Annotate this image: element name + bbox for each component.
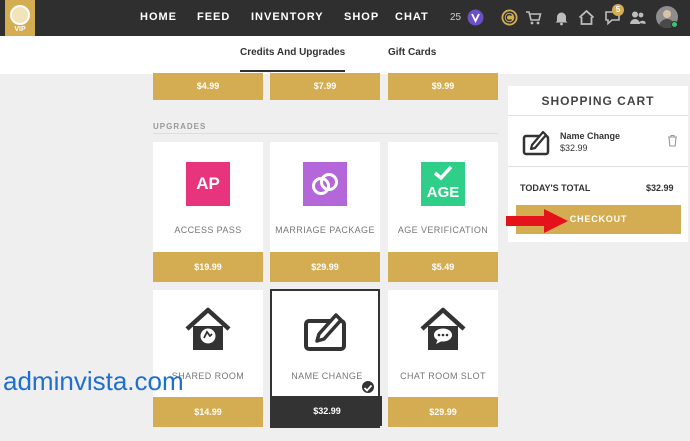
- chat-room-house-icon: [420, 307, 466, 350]
- upgrade-marriage-package[interactable]: MARRIAGE PACKAGE $29.99: [270, 142, 380, 282]
- price: $7.99: [270, 73, 380, 100]
- price: $14.99: [153, 397, 263, 427]
- selected-check-icon: [360, 379, 376, 395]
- price: $5.49: [388, 252, 498, 282]
- nav-shop[interactable]: SHOP: [344, 11, 379, 23]
- tab-gift-cards[interactable]: Gift Cards: [388, 47, 436, 58]
- price: $29.99: [388, 397, 498, 427]
- watermark-text: adminvista.com: [3, 366, 184, 396]
- shop-subtabs: Credits And Upgrades Gift Cards: [0, 36, 690, 74]
- upgrade-chat-room-slot[interactable]: CHAT ROOM SLOT $29.99: [388, 290, 498, 427]
- tab-credits-and-upgrades[interactable]: Credits And Upgrades: [240, 47, 346, 72]
- token-icon[interactable]: [467, 9, 484, 26]
- cart-title: SHOPPING CART: [541, 94, 655, 108]
- nav-chat[interactable]: CHAT: [395, 11, 429, 23]
- todays-total-value: $32.99: [646, 183, 674, 193]
- price: $32.99: [272, 396, 382, 426]
- nav-inventory[interactable]: INVENTORY: [251, 11, 324, 23]
- upgrade-name-change[interactable]: NAME CHANGE $32.99: [270, 289, 382, 428]
- cart-item-name: Name Change: [560, 131, 621, 141]
- upgrade-shared-room[interactable]: SHARED ROOM $14.99: [153, 290, 263, 427]
- upgrade-access-pass[interactable]: AP ACCESS PASS $19.99: [153, 142, 263, 282]
- cart-item-edit-icon: [522, 130, 550, 156]
- upgrade-age-verification[interactable]: AGE AGE VERIFICATION $5.49: [388, 142, 498, 282]
- price: $19.99: [153, 252, 263, 282]
- rings-icon: [303, 162, 347, 206]
- logo-vip-text: VIP: [14, 26, 26, 33]
- shared-room-house-icon: [185, 307, 231, 350]
- name-change-edit-icon: [304, 313, 346, 351]
- upgrade-label: ACCESS PASS: [174, 225, 242, 235]
- access-pass-tile: AP: [186, 162, 230, 206]
- divider: [508, 166, 688, 167]
- credits-coin-icon[interactable]: [501, 9, 518, 26]
- notifications-bell-icon[interactable]: [553, 9, 570, 26]
- online-status-dot: [671, 21, 678, 28]
- notification-badge: 5: [612, 4, 624, 16]
- divider: [508, 115, 688, 116]
- vip-logo[interactable]: VIP: [5, 0, 35, 38]
- friends-icon[interactable]: [629, 9, 646, 26]
- upgrade-label: CHAT ROOM SLOT: [400, 371, 486, 381]
- shopping-cart-icon[interactable]: [525, 9, 542, 26]
- age-check-tile: AGE: [421, 162, 465, 206]
- age-tile-text: AGE: [426, 184, 460, 201]
- home-icon[interactable]: [578, 9, 595, 26]
- red-arrow-annotation: [506, 209, 568, 233]
- nav-home[interactable]: HOME: [140, 11, 177, 23]
- price: $29.99: [270, 252, 380, 282]
- section-divider: [153, 133, 498, 134]
- credit-card-3[interactable]: $9.99: [388, 73, 498, 100]
- token-count: 25: [450, 12, 462, 23]
- price: $4.99: [153, 73, 263, 100]
- cart-item-price: $32.99: [560, 143, 588, 153]
- upgrade-label: AGE VERIFICATION: [397, 225, 489, 235]
- credit-card-1[interactable]: $4.99: [153, 73, 263, 100]
- todays-total-label: TODAY'S TOTAL: [520, 183, 591, 193]
- logo-face-icon: [10, 5, 30, 25]
- checkmark-icon: [433, 165, 453, 181]
- price: $9.99: [388, 73, 498, 100]
- credit-card-2[interactable]: $7.99: [270, 73, 380, 100]
- upgrade-label: MARRIAGE PACKAGE: [275, 225, 375, 235]
- upgrades-section-label: UPGRADES: [153, 122, 207, 131]
- nav-feed[interactable]: FEED: [197, 11, 230, 23]
- trash-icon[interactable]: [667, 134, 678, 147]
